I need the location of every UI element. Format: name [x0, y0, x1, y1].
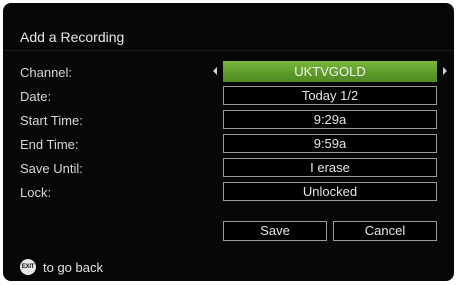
lock-field[interactable]: Unlocked: [223, 182, 437, 201]
cancel-button[interactable]: Cancel: [333, 221, 437, 241]
end-time-label: End Time:: [20, 137, 79, 152]
dialog-title: Add a Recording: [20, 29, 125, 45]
save-until-field[interactable]: I erase: [223, 158, 437, 177]
go-back-hint: to go back: [43, 260, 103, 275]
chevron-left-icon[interactable]: [213, 67, 217, 75]
start-time-label: Start Time:: [20, 113, 83, 128]
channel-field[interactable]: UKTVGOLD: [223, 61, 437, 82]
start-time-field[interactable]: 9:29a: [223, 110, 437, 129]
add-recording-dialog: Add a Recording Channel: UKTVGOLD Date: …: [3, 3, 454, 281]
exit-icon: EXIT: [20, 259, 36, 275]
channel-label: Channel:: [20, 65, 73, 80]
lock-label: Lock:: [20, 185, 52, 200]
date-label: Date:: [20, 89, 52, 104]
chevron-right-icon[interactable]: [443, 67, 447, 75]
end-time-field[interactable]: 9:59a: [223, 134, 437, 153]
date-field[interactable]: Today 1/2: [223, 86, 437, 105]
save-until-label: Save Until:: [20, 161, 83, 176]
save-button[interactable]: Save: [223, 221, 327, 241]
title-divider: [3, 50, 454, 51]
